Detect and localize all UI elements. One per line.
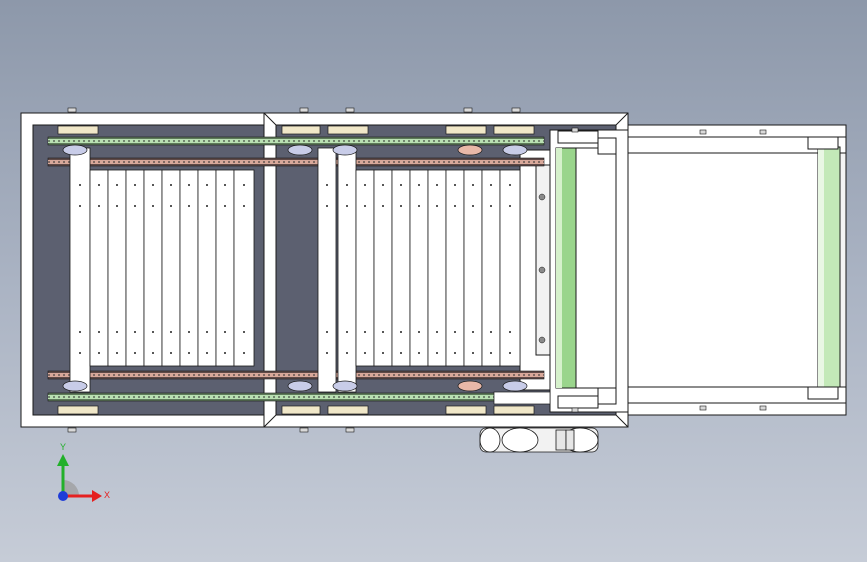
slats-left — [69, 147, 255, 393]
z-axis-origin-icon — [58, 491, 68, 501]
bottom-chain-inner — [47, 370, 545, 380]
top-chain-outer — [47, 136, 545, 146]
top-chain-inner — [47, 157, 545, 167]
bottom-chain-outer — [47, 392, 545, 402]
x-axis-label: X — [104, 490, 110, 500]
y-axis-label: Y — [60, 442, 66, 452]
belt-conveyor — [627, 124, 847, 416]
x-axis-arrow-icon — [92, 490, 102, 502]
y-axis-arrow-icon — [57, 454, 69, 466]
drive-roller — [519, 129, 629, 413]
drive-motor — [479, 427, 599, 453]
coordinate-triad: Y X — [57, 442, 110, 502]
cad-model-viewport[interactable] — [0, 0, 867, 562]
